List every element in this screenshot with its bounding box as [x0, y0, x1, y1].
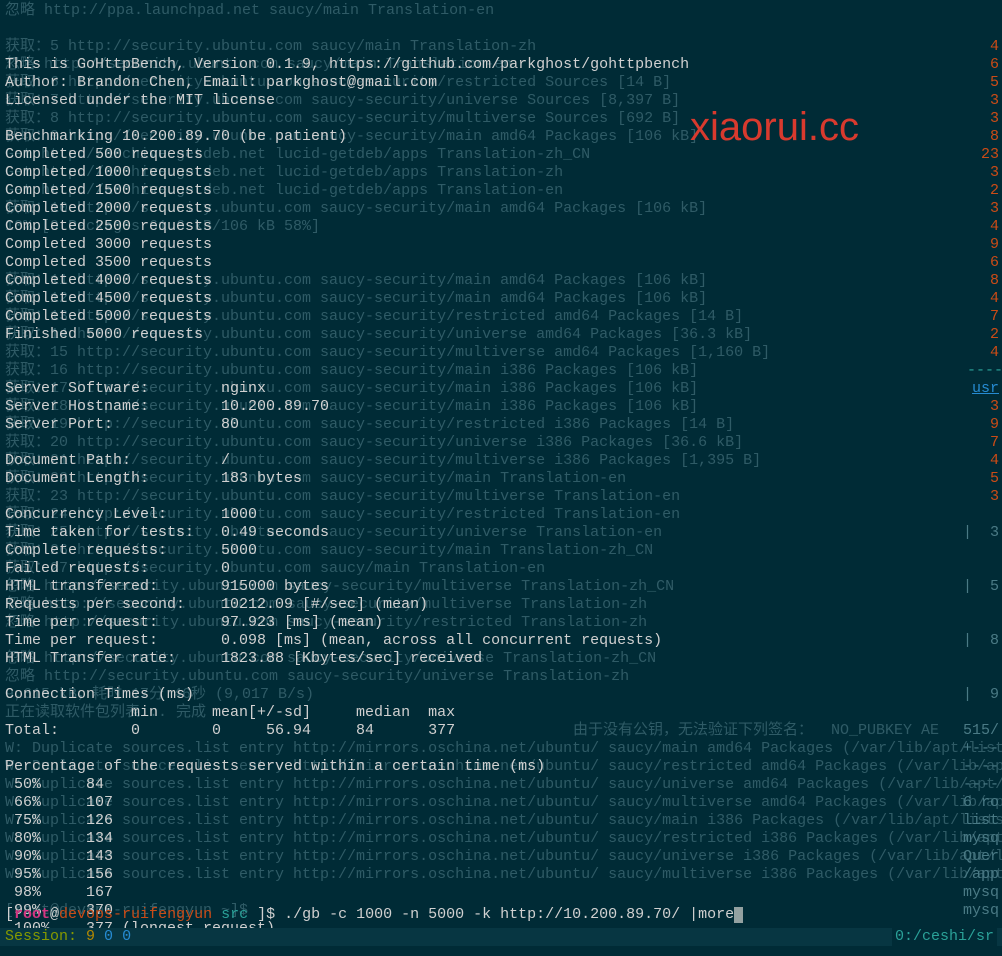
prompt-host: devops-ruifengyun — [59, 906, 221, 923]
prompt-command: ./gb -c 1000 -n 5000 -k http://10.200.89… — [284, 906, 734, 923]
prompt-user: root — [14, 906, 50, 923]
tmux-status-bar: Session: 9 0 0 0:/ceshi/sr — [0, 928, 1002, 946]
nopubkey-text: 由于没有公钥，无法验证下列签名： NO_PUBKEY AE — [555, 722, 939, 740]
status-path: 0:/ceshi/sr — [892, 928, 997, 946]
session-label: Session: — [5, 928, 86, 945]
prompt-cwd: src — [221, 906, 248, 923]
cursor — [734, 907, 743, 923]
shell-prompt[interactable]: [root@devops-ruifengyun src ]$ ./gb -c 1… — [5, 888, 743, 924]
watermark-text: xiaorui.cc — [690, 118, 859, 136]
